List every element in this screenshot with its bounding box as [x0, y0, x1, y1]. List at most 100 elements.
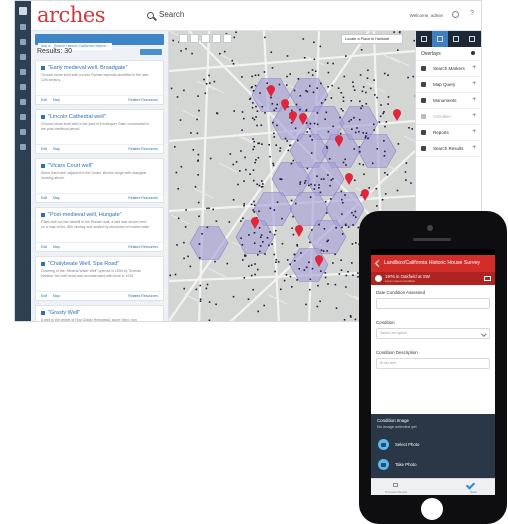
- map-link[interactable]: Map: [53, 245, 60, 249]
- place-search-input[interactable]: Locate a Place in Hallstatt: [341, 34, 403, 44]
- tab-print[interactable]: [480, 31, 481, 47]
- result-title[interactable]: "Chalybeate Well, Spa Road": [41, 261, 159, 267]
- map-point: [320, 270, 322, 272]
- result-title[interactable]: "Lincoln Cathedral well": [41, 114, 159, 120]
- related-resources-link[interactable]: Related Resources: [128, 147, 158, 151]
- map-point: [257, 156, 260, 159]
- overlay-item[interactable]: Search Markers +: [416, 61, 481, 77]
- add-overlay-icon[interactable]: +: [472, 113, 476, 119]
- field-input[interactable]: Select an option: [376, 328, 490, 339]
- map-point: [316, 87, 318, 89]
- mobile-header[interactable]: Landbox/California Historic House Survey: [371, 255, 495, 272]
- map-point: [175, 171, 178, 174]
- map-point: [341, 233, 344, 235]
- overlay-item[interactable]: Map Query +: [416, 77, 481, 93]
- resource-nav-icon[interactable]: [20, 54, 26, 60]
- map-point: [367, 137, 369, 140]
- home-button[interactable]: [421, 498, 443, 520]
- map-link[interactable]: Map: [53, 98, 60, 102]
- map-point: [306, 131, 308, 133]
- related-resources-link[interactable]: Related Resources: [128, 196, 158, 200]
- previous-record-icon[interactable]: [393, 483, 398, 487]
- edit-link[interactable]: Edit: [41, 147, 47, 151]
- overlay-item[interactable]: Activities +: [416, 109, 481, 125]
- select-photo-button[interactable]: Select Photo: [378, 439, 478, 450]
- map-point: [208, 74, 210, 77]
- related-resources-link[interactable]: Related Resources: [128, 245, 158, 249]
- result-card[interactable]: "Vicars Court well" Stone lined well, adj…: [35, 158, 164, 203]
- draw-polygon-icon[interactable]: [201, 34, 210, 43]
- search-icon[interactable]: [147, 12, 154, 19]
- zoom-out-icon[interactable]: [223, 34, 232, 43]
- settings-nav-icon[interactable]: [20, 99, 26, 105]
- edit-link[interactable]: Edit: [41, 98, 47, 102]
- map-link[interactable]: Map: [53, 147, 60, 151]
- map-point: [308, 184, 310, 187]
- map-point: [311, 229, 313, 231]
- tab-legend[interactable]: [448, 31, 464, 47]
- side-panel-tabs: [416, 31, 481, 47]
- add-overlay-icon[interactable]: +: [472, 129, 476, 135]
- previous-record-label[interactable]: Previous Record: [385, 490, 407, 494]
- help-icon[interactable]: ?: [470, 10, 474, 17]
- map-point: [355, 216, 357, 218]
- edit-link[interactable]: Edit: [41, 196, 47, 200]
- help-nav-icon[interactable]: [20, 144, 26, 150]
- record-card-icon[interactable]: [484, 276, 491, 281]
- map-point: [275, 144, 277, 146]
- related-resources-link[interactable]: Related Resources: [128, 294, 158, 298]
- map-point: [291, 227, 293, 229]
- result-title[interactable]: "Grasty Well": [41, 310, 159, 316]
- tab-basemaps[interactable]: [416, 31, 432, 47]
- result-title[interactable]: "Vicars Court well": [41, 163, 159, 169]
- welcome-text[interactable]: Welcome, admin: [410, 13, 443, 18]
- field-input[interactable]: [376, 298, 490, 309]
- result-card[interactable]: "Lincoln Cathedral well" Circular stone l…: [35, 109, 164, 154]
- search-filter-bar[interactable]: Add a... Search Historic California Hist…: [35, 34, 164, 50]
- edit-link[interactable]: Edit: [41, 294, 47, 298]
- add-overlay-icon[interactable]: +: [472, 145, 476, 151]
- tab-share[interactable]: [464, 31, 480, 47]
- related-resources-link[interactable]: Related Resources: [128, 98, 158, 102]
- field-input[interactable]: Enter text: [376, 358, 490, 369]
- map-link[interactable]: Map: [53, 294, 60, 298]
- draw-point-icon[interactable]: [179, 34, 188, 43]
- collector-nav-icon[interactable]: [20, 84, 26, 90]
- map-point: [278, 83, 281, 86]
- result-card[interactable]: "Chalybeate Well, Spa Road" Covering of t…: [35, 256, 164, 301]
- arches-home-icon[interactable]: [19, 7, 27, 15]
- map-point: [363, 173, 365, 176]
- overlay-item[interactable]: Search Results +: [416, 141, 481, 157]
- result-title[interactable]: "Early medieval well, Broadgate": [41, 65, 159, 71]
- map-point: [235, 161, 238, 163]
- zoom-in-icon[interactable]: [212, 34, 221, 43]
- take-photo-button[interactable]: Take Photo: [378, 459, 478, 470]
- add-overlay-icon[interactable]: +: [472, 97, 476, 103]
- map-point: [244, 156, 246, 159]
- save-label[interactable]: Save: [470, 490, 477, 494]
- select-all-button[interactable]: [140, 49, 162, 55]
- map-link[interactable]: Map: [53, 196, 60, 200]
- import-nav-icon[interactable]: [20, 129, 26, 135]
- result-card[interactable]: "Early medieval well, Broadgate" Circular…: [35, 60, 164, 105]
- user-icon[interactable]: [452, 11, 459, 18]
- result-card[interactable]: "Post-medieval well, Hungate" Filled well…: [35, 207, 164, 252]
- add-overlay-icon[interactable]: +: [472, 65, 476, 71]
- map-nav-icon[interactable]: [20, 39, 26, 45]
- draw-line-icon[interactable]: [190, 34, 199, 43]
- users-nav-icon[interactable]: [20, 114, 26, 120]
- overlay-item[interactable]: Monuments +: [416, 93, 481, 109]
- arches-logo[interactable]: arches: [37, 3, 106, 27]
- edit-link[interactable]: Edit: [41, 245, 47, 249]
- save-check-icon[interactable]: [465, 480, 476, 490]
- overlays-toggle-icon[interactable]: [471, 51, 475, 55]
- result-card[interactable]: "Grasty Well" A well in the centre of Hoy…: [35, 305, 164, 321]
- search-label[interactable]: Search: [159, 10, 184, 19]
- tab-overlays[interactable]: [432, 31, 448, 47]
- search-nav-icon[interactable]: [20, 24, 26, 30]
- map-point: [272, 121, 274, 124]
- graph-nav-icon[interactable]: [20, 69, 26, 75]
- result-title[interactable]: "Post-medieval well, Hungate": [41, 212, 159, 218]
- overlay-item[interactable]: Reports +: [416, 125, 481, 141]
- add-overlay-icon[interactable]: +: [472, 81, 476, 87]
